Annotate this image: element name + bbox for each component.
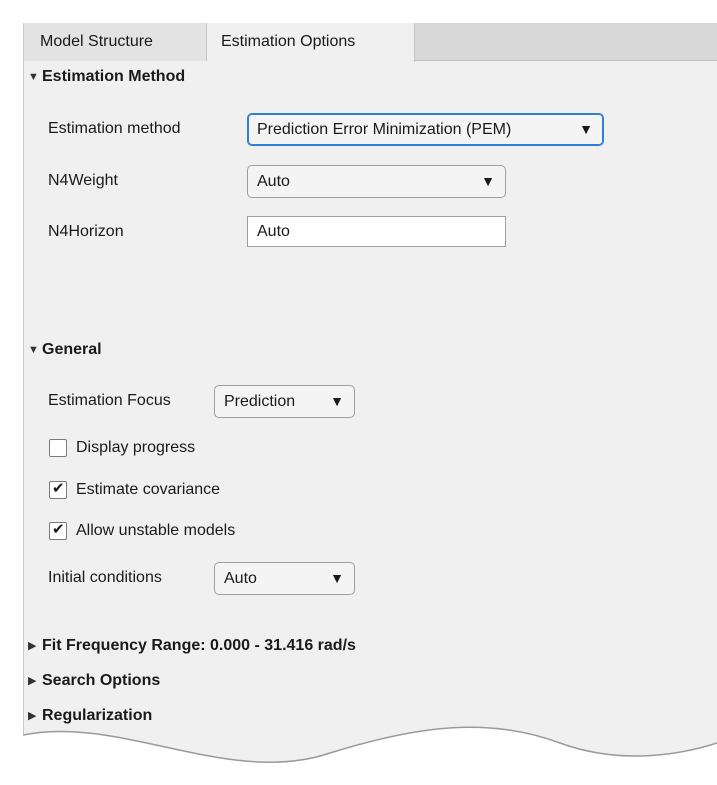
tab-estimation-options[interactable]: Estimation Options xyxy=(207,23,415,62)
dropdown-arrow-icon: ▼ xyxy=(579,121,593,137)
estimation-method-dropdown[interactable]: Prediction Error Minimization (PEM) ▼ xyxy=(247,113,604,146)
estimation-focus-dropdown[interactable]: Prediction ▼ xyxy=(214,385,355,418)
section-header-search-options[interactable]: ▶ Search Options xyxy=(28,670,160,692)
section-header-general[interactable]: ▼ General xyxy=(28,339,102,361)
allow-unstable-models-checkbox[interactable]: ✔ xyxy=(49,521,67,540)
section-title: Estimation Method xyxy=(42,68,186,85)
torn-edge-decoration xyxy=(0,726,717,785)
tab-model-structure[interactable]: Model Structure xyxy=(24,23,207,61)
dropdown-arrow-icon: ▼ xyxy=(481,173,495,189)
estimation-options-panel: Model Structure Estimation Options ▼ Esti… xyxy=(23,23,717,785)
checkmark-icon: ✔ xyxy=(52,521,65,538)
dropdown-value: Prediction Error Minimization (PEM) xyxy=(257,121,512,138)
dropdown-arrow-icon: ▼ xyxy=(330,570,344,586)
estimation-method-label: Estimation method xyxy=(48,120,181,137)
section-title: Regularization xyxy=(42,707,153,724)
display-progress-checkbox[interactable] xyxy=(49,439,67,457)
estimate-covariance-checkbox[interactable]: ✔ xyxy=(49,480,67,499)
section-title: General xyxy=(42,341,102,358)
dropdown-value: Auto xyxy=(224,570,257,587)
triangle-right-icon: ▶ xyxy=(28,640,37,652)
dropdown-value: Prediction xyxy=(224,393,296,410)
n4weight-dropdown[interactable]: Auto ▼ xyxy=(247,165,506,198)
section-title: Fit Frequency Range: 0.000 - 31.416 rad/… xyxy=(42,637,356,654)
initial-conditions-label: Initial conditions xyxy=(48,569,162,586)
triangle-down-icon: ▼ xyxy=(28,71,39,83)
checkmark-icon: ✔ xyxy=(52,480,65,497)
triangle-right-icon: ▶ xyxy=(28,710,37,722)
estimate-covariance-label: Estimate covariance xyxy=(76,481,221,498)
triangle-down-icon: ▼ xyxy=(28,344,39,356)
dropdown-arrow-icon: ▼ xyxy=(330,393,344,409)
tab-bar: Model Structure Estimation Options xyxy=(24,23,717,62)
section-title: Search Options xyxy=(42,672,161,689)
dropdown-value: Auto xyxy=(257,173,290,190)
n4weight-label: N4Weight xyxy=(48,172,118,189)
initial-conditions-dropdown[interactable]: Auto ▼ xyxy=(214,562,355,595)
estimation-focus-label: Estimation Focus xyxy=(48,392,171,409)
allow-unstable-models-label: Allow unstable models xyxy=(76,522,236,539)
section-header-estimation-method[interactable]: ▼ Estimation Method xyxy=(28,66,185,88)
section-header-fit-frequency-range[interactable]: ▶ Fit Frequency Range: 0.000 - 31.416 rad… xyxy=(28,635,356,657)
triangle-right-icon: ▶ xyxy=(28,675,37,687)
n4horizon-input[interactable]: Auto xyxy=(247,216,506,247)
n4horizon-label: N4Horizon xyxy=(48,223,124,240)
display-progress-label: Display progress xyxy=(76,439,196,456)
section-header-regularization[interactable]: ▶ Regularization xyxy=(28,705,152,727)
